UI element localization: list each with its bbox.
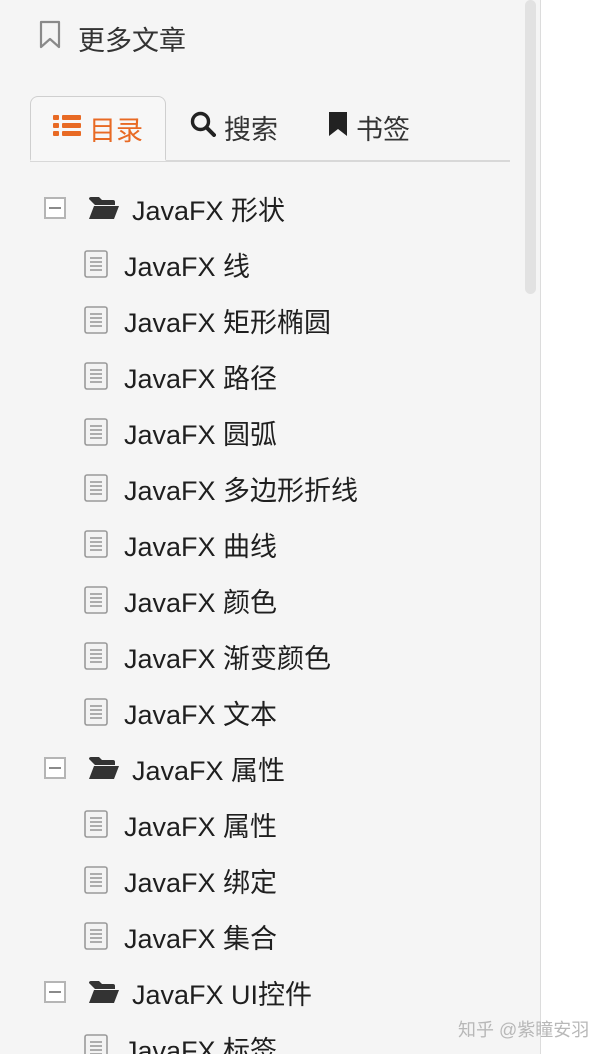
sidebar-panel: 更多文章 目录 搜索 书签 JavaFX 形状 JavaFX 线 JavaFX … — [0, 0, 541, 1054]
tree-item-label: JavaFX 集合 — [124, 923, 278, 954]
bookmark-icon — [328, 111, 348, 144]
tab-bookmark[interactable]: 书签 — [328, 96, 410, 158]
tree-item-row[interactable]: JavaFX 曲线 — [84, 516, 277, 572]
tree-item-label: JavaFX 路径 — [124, 363, 278, 394]
document-icon — [84, 698, 108, 726]
tree-item-row[interactable]: JavaFX 矩形椭圆 — [84, 292, 331, 348]
more-articles-link[interactable]: 更多文章 — [38, 20, 186, 56]
document-icon — [84, 586, 108, 614]
tab-search[interactable]: 搜索 — [190, 96, 278, 158]
tree-item-label: JavaFX 线 — [124, 251, 251, 282]
tree-item-row[interactable]: JavaFX 属性 — [84, 796, 277, 852]
tree-item-label: JavaFX 文本 — [124, 699, 278, 730]
search-icon — [190, 111, 216, 144]
tree-item-row[interactable]: JavaFX 线 — [84, 236, 250, 292]
tree-item-label: JavaFX 形状 — [132, 195, 286, 226]
tree-folder-row[interactable]: JavaFX UI控件 — [44, 964, 312, 1020]
tree-item-row[interactable]: JavaFX 文本 — [84, 684, 277, 740]
tab-search-label: 搜索 — [224, 114, 278, 145]
collapse-toggle-icon[interactable] — [44, 757, 66, 779]
watermark: 知乎 @紫瞳安羽 — [458, 1020, 590, 1040]
tree-item-row[interactable]: JavaFX 路径 — [84, 348, 277, 404]
document-icon — [84, 418, 108, 446]
tree-item-label: JavaFX 渐变颜色 — [124, 643, 332, 674]
document-icon — [84, 306, 108, 334]
collapse-toggle-icon[interactable] — [44, 981, 66, 1003]
tree-item-label: JavaFX 属性 — [132, 755, 286, 786]
document-icon — [84, 642, 108, 670]
tree-item-row[interactable]: JavaFX 标签 — [84, 1020, 277, 1054]
folder-open-icon — [88, 756, 120, 780]
tree-item-row[interactable]: JavaFX 圆弧 — [84, 404, 277, 460]
folder-open-icon — [88, 196, 120, 220]
tree-item-label: JavaFX 属性 — [124, 811, 278, 842]
more-articles-label: 更多文章 — [78, 25, 186, 56]
tab-bookmark-label: 书签 — [356, 114, 410, 145]
document-icon — [84, 250, 108, 278]
tree-item-row[interactable]: JavaFX 集合 — [84, 908, 277, 964]
tree-item-row[interactable]: JavaFX 多边形折线 — [84, 460, 358, 516]
document-icon — [84, 810, 108, 838]
document-icon — [84, 866, 108, 894]
document-icon — [84, 1034, 108, 1054]
tree-item-label: JavaFX 矩形椭圆 — [124, 307, 332, 338]
document-icon — [84, 474, 108, 502]
tree-folder-row[interactable]: JavaFX 属性 — [44, 740, 285, 796]
tree-item-label: JavaFX 标签 — [124, 1035, 278, 1054]
document-icon — [84, 922, 108, 950]
scroll-thumb[interactable] — [525, 0, 536, 294]
document-icon — [84, 362, 108, 390]
tree-item-label: JavaFX 绑定 — [124, 867, 278, 898]
collapse-toggle-icon[interactable] — [44, 197, 66, 219]
tab-toc-label: 目录 — [89, 115, 143, 146]
tree-item-label: JavaFX UI控件 — [132, 979, 313, 1010]
tree-item-label: JavaFX 颜色 — [124, 587, 278, 618]
scrollbar[interactable] — [522, 0, 538, 1054]
list-icon — [53, 113, 81, 144]
sidebar-tabs: 目录 搜索 书签 — [30, 96, 510, 162]
tree-item-label: JavaFX 圆弧 — [124, 419, 278, 450]
tab-toc[interactable]: 目录 — [30, 96, 166, 161]
tree-item-row[interactable]: JavaFX 颜色 — [84, 572, 277, 628]
tree-item-label: JavaFX 多边形折线 — [124, 475, 359, 506]
tree-item-row[interactable]: JavaFX 渐变颜色 — [84, 628, 331, 684]
tree-item-label: JavaFX 曲线 — [124, 531, 278, 562]
folder-open-icon — [88, 980, 120, 1004]
bookmark-outline-icon — [38, 20, 62, 57]
tree-folder-row[interactable]: JavaFX 形状 — [44, 180, 285, 236]
document-icon — [84, 530, 108, 558]
tree-item-row[interactable]: JavaFX 绑定 — [84, 852, 277, 908]
